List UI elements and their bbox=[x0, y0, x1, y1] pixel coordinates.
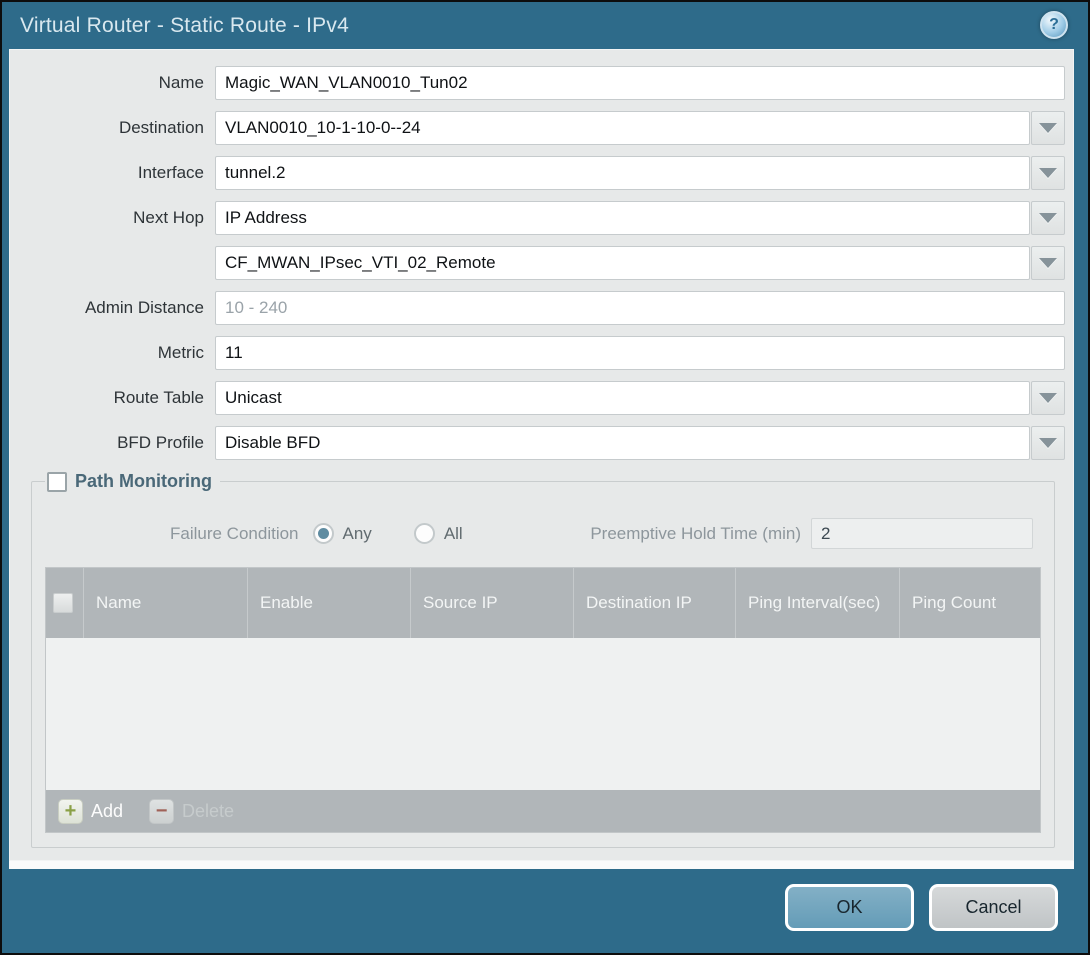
table-header-select bbox=[46, 568, 83, 638]
path-monitoring-checkbox[interactable] bbox=[47, 472, 67, 492]
column-header-enable[interactable]: Enable bbox=[247, 568, 410, 638]
static-route-dialog: Virtual Router - Static Route - IPv4 ? N… bbox=[0, 0, 1090, 955]
column-header-ping-count[interactable]: Ping Count bbox=[899, 568, 1040, 638]
ok-button[interactable]: OK bbox=[785, 884, 914, 931]
column-header-name[interactable]: Name bbox=[83, 568, 247, 638]
chevron-down-icon bbox=[1039, 393, 1057, 403]
path-monitoring-legend: Path Monitoring bbox=[45, 471, 220, 492]
metric-input[interactable] bbox=[215, 336, 1065, 370]
help-icon[interactable]: ? bbox=[1040, 11, 1068, 39]
interface-dropdown-button[interactable] bbox=[1031, 156, 1065, 190]
path-monitoring-section: Path Monitoring Failure Condition Any Al… bbox=[31, 471, 1055, 848]
failure-condition-all-label: All bbox=[444, 524, 463, 544]
bfd-profile-label: BFD Profile bbox=[10, 433, 215, 453]
minus-icon: − bbox=[149, 799, 174, 824]
plus-icon: + bbox=[58, 799, 83, 824]
chevron-down-icon bbox=[1039, 123, 1057, 133]
name-input[interactable] bbox=[215, 66, 1065, 100]
preemptive-hold-time-label: Preemptive Hold Time (min) bbox=[590, 524, 801, 544]
name-label: Name bbox=[10, 73, 215, 93]
chevron-down-icon bbox=[1039, 438, 1057, 448]
chevron-down-icon bbox=[1039, 168, 1057, 178]
form-row-destination: Destination bbox=[10, 111, 1065, 145]
failure-condition-any-label: Any bbox=[343, 524, 372, 544]
failure-condition-all-radio[interactable] bbox=[414, 523, 435, 544]
next-hop-address-input[interactable] bbox=[215, 246, 1030, 280]
form-row-next-hop: Next Hop bbox=[10, 201, 1065, 235]
route-table-dropdown-button[interactable] bbox=[1031, 381, 1065, 415]
bfd-profile-dropdown-button[interactable] bbox=[1031, 426, 1065, 460]
add-button[interactable]: + Add bbox=[58, 799, 123, 824]
form-row-interface: Interface bbox=[10, 156, 1065, 190]
metric-label: Metric bbox=[10, 343, 215, 363]
dialog-content: Name Destination Interface bbox=[2, 49, 1088, 869]
form-row-bfd-profile: BFD Profile bbox=[10, 426, 1065, 460]
form-row-next-hop-address bbox=[10, 246, 1065, 280]
next-hop-type-dropdown-button[interactable] bbox=[1031, 201, 1065, 235]
next-hop-label: Next Hop bbox=[10, 208, 215, 228]
destination-input[interactable] bbox=[215, 111, 1030, 145]
next-hop-type-input[interactable] bbox=[215, 201, 1030, 235]
interface-label: Interface bbox=[10, 163, 215, 183]
table-body-empty bbox=[46, 638, 1040, 790]
dialog-title: Virtual Router - Static Route - IPv4 bbox=[20, 14, 349, 38]
table-toolbar: + Add − Delete bbox=[46, 790, 1040, 832]
dialog-footer: OK Cancel bbox=[2, 869, 1088, 953]
column-header-source-ip[interactable]: Source IP bbox=[410, 568, 573, 638]
delete-button[interactable]: − Delete bbox=[149, 799, 234, 824]
admin-distance-label: Admin Distance bbox=[10, 298, 215, 318]
next-hop-address-dropdown-button[interactable] bbox=[1031, 246, 1065, 280]
chevron-down-icon bbox=[1039, 213, 1057, 223]
failure-condition-label: Failure Condition bbox=[170, 524, 299, 544]
chevron-down-icon bbox=[1039, 258, 1057, 268]
form-row-name: Name bbox=[10, 66, 1065, 100]
route-table-input[interactable] bbox=[215, 381, 1030, 415]
column-header-destination-ip[interactable]: Destination IP bbox=[573, 568, 735, 638]
path-monitoring-title: Path Monitoring bbox=[75, 471, 212, 492]
route-table-label: Route Table bbox=[10, 388, 215, 408]
bfd-profile-input[interactable] bbox=[215, 426, 1030, 460]
select-all-checkbox[interactable] bbox=[53, 593, 73, 613]
column-header-ping-interval[interactable]: Ping Interval(sec) bbox=[735, 568, 899, 638]
form-panel: Name Destination Interface bbox=[9, 49, 1074, 861]
admin-distance-input[interactable] bbox=[215, 291, 1065, 325]
footer-separator bbox=[9, 861, 1074, 869]
add-button-label: Add bbox=[91, 801, 123, 822]
failure-condition-row: Failure Condition Any All Preemptive Hol… bbox=[45, 518, 1041, 549]
cancel-button[interactable]: Cancel bbox=[929, 884, 1058, 931]
failure-condition-any-radio[interactable] bbox=[313, 523, 334, 544]
preemptive-hold-time-input[interactable] bbox=[811, 518, 1033, 549]
destination-dropdown-button[interactable] bbox=[1031, 111, 1065, 145]
form-row-metric: Metric bbox=[10, 336, 1065, 370]
path-monitoring-table: Name Enable Source IP Destination IP Pin… bbox=[45, 567, 1041, 833]
form-row-route-table: Route Table bbox=[10, 381, 1065, 415]
destination-label: Destination bbox=[10, 118, 215, 138]
delete-button-label: Delete bbox=[182, 801, 234, 822]
dialog-titlebar: Virtual Router - Static Route - IPv4 ? bbox=[2, 2, 1088, 49]
form-row-admin-distance: Admin Distance bbox=[10, 291, 1065, 325]
table-header-row: Name Enable Source IP Destination IP Pin… bbox=[46, 568, 1040, 638]
interface-input[interactable] bbox=[215, 156, 1030, 190]
